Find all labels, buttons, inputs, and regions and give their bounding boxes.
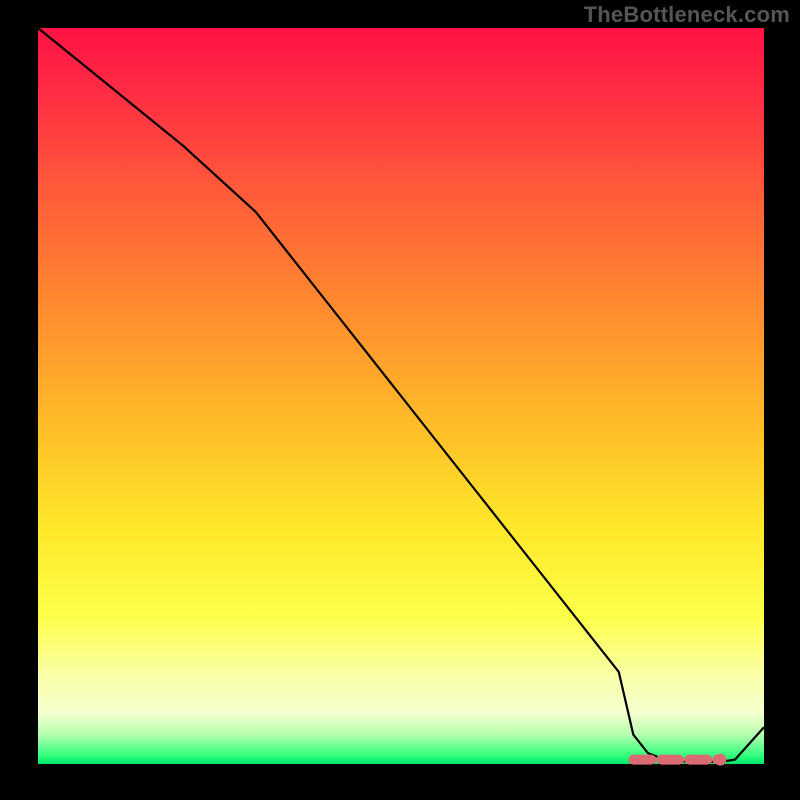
plot-area — [38, 28, 764, 764]
bottleneck-line — [38, 28, 764, 762]
curve-marker — [714, 754, 726, 766]
chart-frame: TheBottleneck.com — [0, 0, 800, 800]
plot-svg — [38, 28, 764, 764]
watermark-label: TheBottleneck.com — [584, 2, 790, 28]
